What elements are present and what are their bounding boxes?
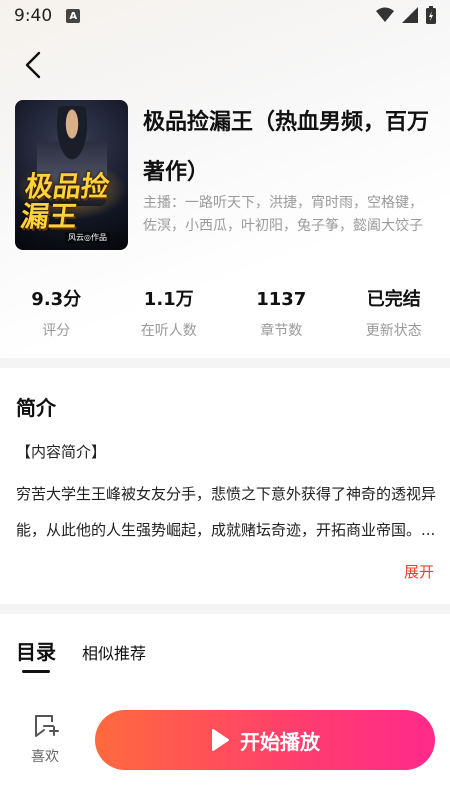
tab-catalog[interactable]: 目录 — [16, 636, 56, 673]
favorite-button[interactable]: 喜欢 — [22, 712, 68, 766]
expand-link[interactable]: 展开 — [404, 558, 434, 586]
intro-title: 简介 — [16, 396, 56, 420]
stat-listeners: 1.1万 在听人数 — [113, 286, 226, 340]
stat-label: 章节数 — [260, 323, 303, 339]
cover-title: 极品捡漏王 — [18, 170, 112, 233]
play-icon — [212, 729, 229, 751]
battery-icon — [426, 6, 436, 24]
status-icons — [376, 6, 436, 24]
tab-similar[interactable]: 相似推荐 — [82, 640, 146, 673]
stats-row: 9.3分 评分 1.1万 在听人数 1137 章节数 已完结 更新状态 — [0, 286, 450, 340]
status-time: 9:40 — [14, 6, 53, 26]
stat-label: 更新状态 — [365, 323, 422, 339]
intro-heading: 【内容简介】 — [16, 443, 107, 461]
signal-icon — [402, 7, 418, 23]
intro-text: 穷苦大学生王峰被女友分手，悲愤之下意外获得了神奇的透视异能，从此他的人生强势崛起… — [16, 485, 437, 539]
notification-icon: A — [66, 9, 81, 23]
stat-update-status: 已完结 更新状态 — [338, 286, 450, 340]
stat-chapters: 1137 章节数 — [225, 286, 338, 340]
stat-label: 在听人数 — [140, 323, 197, 339]
stat-value: 1.1万 — [143, 289, 194, 310]
start-play-button[interactable]: 开始播放 — [95, 710, 435, 770]
cover-author: 风云◎作品 — [65, 232, 110, 243]
stat-label: 评分 — [42, 323, 71, 339]
book-title: 极品捡漏王（热血男频，百万著作） — [143, 110, 430, 185]
section-divider — [0, 358, 450, 368]
favorite-add-icon — [35, 715, 59, 737]
content-tabs: 目录 相似推荐 — [16, 636, 146, 673]
book-cover: 极品捡漏王 风云◎作品 — [15, 100, 128, 250]
chevron-left-icon — [25, 51, 41, 79]
start-play-label: 开始播放 — [240, 729, 320, 754]
stat-rating: 9.3分 评分 — [0, 286, 113, 340]
stat-value: 1137 — [256, 289, 307, 310]
stat-value: 已完结 — [366, 289, 421, 310]
bottom-bar: 喜欢 开始播放 — [0, 700, 450, 800]
status-bar: 9:40 A — [0, 0, 450, 32]
stat-value: 9.3分 — [31, 289, 82, 310]
book-cast: 主播：一路听天下，洪捷，宵时雨，空格键，佐溟，小西瓜，叶初阳，兔子筝，懿阖大饺子 — [143, 195, 423, 234]
favorite-label: 喜欢 — [31, 749, 59, 765]
section-divider — [0, 604, 450, 614]
back-button[interactable] — [16, 48, 50, 82]
wifi-icon — [376, 7, 394, 22]
